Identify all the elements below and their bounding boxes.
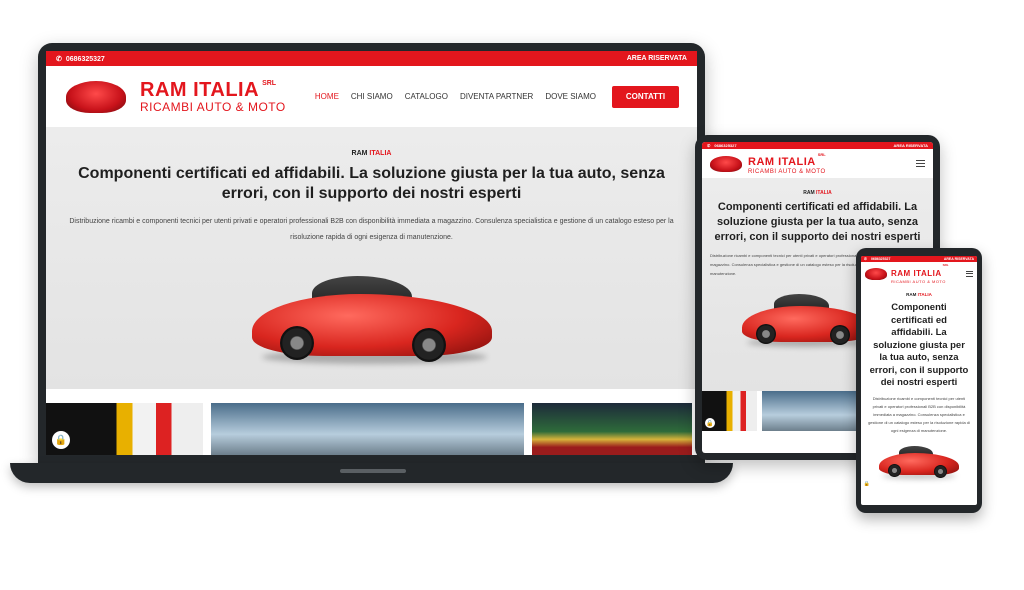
- reserved-area-link[interactable]: AREA RISERVATA: [894, 143, 928, 148]
- category-strip: 🔒: [46, 403, 697, 455]
- hero-section: RAM ITALIA Componenti certificati ed aff…: [46, 127, 697, 389]
- nav-diventa-partner[interactable]: DIVENTA PARTNER: [460, 92, 533, 101]
- logo-name: RAM ITALIA: [748, 155, 816, 168]
- site-header: RAM ITALIA SRL RICAMBI AUTO & MOTO HOME C…: [46, 66, 697, 127]
- logo-suffix: SRL: [262, 80, 277, 87]
- reserved-area-link[interactable]: AREA RISERVATA: [627, 55, 687, 62]
- phone-link[interactable]: ✆ 0686325327: [864, 257, 890, 261]
- main-nav: HOME CHI SIAMO CATALOGO DIVENTA PARTNER …: [303, 85, 679, 108]
- top-bar: ✆ 0686325327 AREA RISERVATA: [46, 51, 697, 66]
- hero-eyebrow: RAM ITALIA: [702, 190, 933, 196]
- phone-link[interactable]: ✆ 0686325327: [56, 55, 105, 63]
- logo-suffix: SRL: [817, 151, 826, 157]
- logo-car-image: [710, 155, 742, 172]
- oils-image[interactable]: [532, 403, 692, 455]
- laptop-base: [10, 463, 733, 483]
- phone-number: 0686325327: [714, 143, 737, 148]
- eyebrow-ram: RAM: [351, 150, 368, 157]
- hero-car-image: [251, 268, 492, 368]
- phone-screen: ✆ 0686325327 AREA RISERVATA RAM ITALIASRL…: [861, 256, 977, 505]
- logo-text: RAM ITALIASRL RICAMBI AUTO & MOTO: [748, 151, 826, 175]
- site-logo[interactable]: RAM ITALIASRL RICAMBI AUTO & MOTO: [865, 262, 949, 284]
- eyebrow-italia: ITALIA: [816, 190, 832, 196]
- eyebrow-italia: ITALIA: [369, 150, 392, 157]
- lock-icon[interactable]: 🔒: [52, 431, 70, 449]
- logo-name: RAM ITALIA: [140, 79, 260, 101]
- hero-headline: Componenti certificati ed affidabili. La…: [869, 302, 969, 388]
- hamburger-menu-icon[interactable]: [916, 160, 925, 167]
- phone-icon: ✆: [864, 257, 867, 261]
- eyebrow-italia: ITALIA: [917, 292, 932, 297]
- logo-suffix: SRL: [942, 262, 949, 267]
- nav-chi-siamo[interactable]: CHI SIAMO: [351, 92, 393, 101]
- logo-tagline: RICAMBI AUTO & MOTO: [748, 168, 826, 175]
- hero-eyebrow: RAM ITALIA: [46, 150, 697, 157]
- top-bar: ✆ 0686325327 AREA RISERVATA: [702, 142, 933, 149]
- logo-tagline: RICAMBI AUTO & MOTO: [140, 100, 286, 114]
- laptop-notch: [340, 469, 406, 473]
- nav-home[interactable]: HOME: [315, 92, 339, 101]
- hero-car-image: [742, 290, 872, 350]
- logo-tagline: RICAMBI AUTO & MOTO: [891, 278, 946, 284]
- hero-eyebrow: RAM ITALIA: [861, 292, 977, 297]
- site-logo[interactable]: RAM ITALIASRL RICAMBI AUTO & MOTO: [710, 151, 826, 175]
- phone-number: 0686325327: [870, 257, 891, 261]
- logo-text: RAM ITALIASRL RICAMBI AUTO & MOTO: [891, 262, 949, 284]
- spark-plugs-image[interactable]: 🔒: [46, 403, 203, 455]
- battery-image[interactable]: [762, 391, 862, 431]
- hamburger-menu-icon[interactable]: [966, 270, 973, 277]
- hero-headline: Componenti certificati ed affidabili. La…: [78, 165, 665, 202]
- phone-number: 0686325327: [65, 55, 105, 63]
- lock-icon[interactable]: 🔒: [705, 418, 715, 428]
- hero-section: RAM ITALIA Componenti certificati ed aff…: [861, 285, 977, 490]
- reserved-area-link[interactable]: AREA RISERVATA: [944, 257, 974, 261]
- laptop-frame: ✆ 0686325327 AREA RISERVATA RAM ITALIA SRL…: [38, 43, 705, 463]
- laptop-screen: ✆ 0686325327 AREA RISERVATA RAM ITALIA SRL…: [46, 51, 697, 455]
- logo-car-image: [66, 80, 126, 113]
- logo-text: RAM ITALIASRL RICAMBI AUTO & MOTO: [140, 80, 286, 113]
- phone-link[interactable]: ✆ 0686325327: [707, 143, 737, 148]
- site-header: RAM ITALIASRL RICAMBI AUTO & MOTO: [861, 262, 977, 285]
- lock-icon[interactable]: 🔒: [863, 480, 871, 488]
- eyebrow-ram: RAM: [803, 190, 815, 196]
- site-header: RAM ITALIASRL RICAMBI AUTO & MOTO: [702, 149, 933, 178]
- phone-icon: ✆: [707, 143, 711, 148]
- phone-frame: ✆ 0686325327 AREA RISERVATA RAM ITALIASRL…: [856, 248, 982, 513]
- logo-car-image: [865, 267, 887, 280]
- contact-button[interactable]: CONTATTI: [612, 85, 679, 108]
- hero-paragraph: Distribuzione ricambi e componenti tecni…: [868, 395, 970, 433]
- hero-paragraph: Distribuzione ricambi e componenti tecni…: [69, 218, 674, 241]
- eyebrow-ram: RAM: [906, 292, 917, 297]
- logo-name: RAM ITALIA: [891, 268, 942, 278]
- site-logo[interactable]: RAM ITALIASRL RICAMBI AUTO & MOTO: [66, 80, 286, 113]
- phone-icon: ✆: [56, 55, 62, 63]
- nav-catalogo[interactable]: CATALOGO: [405, 92, 448, 101]
- nav-dove-siamo[interactable]: DOVE SIAMO: [545, 92, 596, 101]
- hero-car-image: [879, 443, 959, 481]
- spark-plugs-image[interactable]: 🔒: [702, 391, 757, 431]
- hero-headline: Componenti certificati ed affidabili. La…: [714, 201, 921, 243]
- battery-image[interactable]: [211, 403, 524, 455]
